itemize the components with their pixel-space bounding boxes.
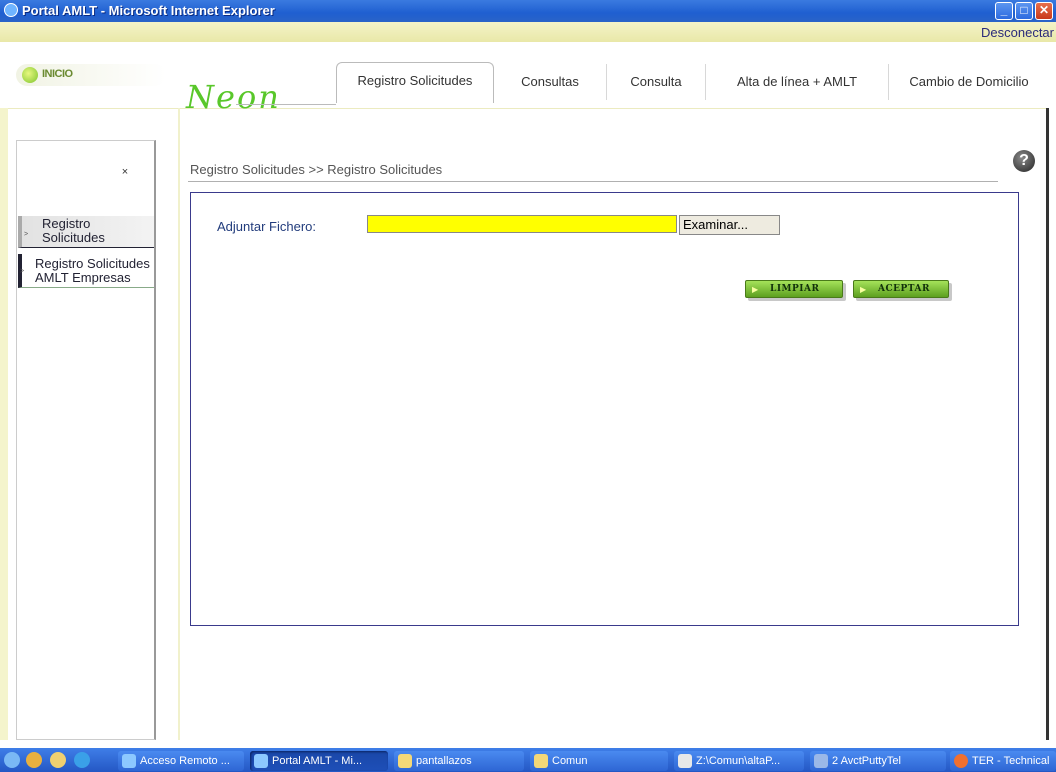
taskbar-item[interactable]: Acceso Remoto ... (118, 751, 244, 771)
home-button[interactable]: INICIO (16, 64, 166, 86)
breadcrumb-divider (188, 181, 998, 182)
taskbar-item-label: Comun (552, 755, 588, 767)
browse-button[interactable]: Examinar... (679, 215, 780, 235)
file-path-input[interactable] (367, 215, 677, 233)
breadcrumb: Registro Solicitudes >> Registro Solicit… (190, 162, 443, 177)
left-strip (0, 108, 8, 740)
help-icon[interactable]: ? (1013, 150, 1035, 172)
chevron-right-icon: > (20, 268, 25, 275)
minimize-button[interactable]: _ (995, 2, 1013, 20)
taskbar-item-label: Portal AMLT - Mi... (272, 755, 363, 767)
firefox-icon (954, 754, 968, 768)
taskbar-item-label: pantallazos (416, 755, 472, 767)
maximize-button[interactable]: □ (1015, 2, 1033, 20)
tab-consultas[interactable]: Consultas (494, 64, 607, 100)
window-title: Portal AMLT - Microsoft Internet Explore… (22, 3, 275, 18)
tab-registro-solicitudes[interactable]: Registro Solicitudes (336, 62, 494, 103)
close-button[interactable]: ✕ (1035, 2, 1053, 20)
sidebar-close-icon[interactable]: × (118, 166, 132, 180)
folder-icon[interactable] (50, 752, 66, 768)
tab-cambio-domicilio[interactable]: Cambio de Domicilio (889, 64, 1049, 100)
taskbar-item[interactable]: 2 AvctPuttyTel (810, 751, 946, 771)
play-icon: ▶ (752, 284, 759, 294)
chevron-right-icon: > (24, 231, 29, 238)
taskbar-item[interactable]: pantallazos (394, 751, 524, 771)
accept-button-label: ACEPTAR (878, 284, 930, 294)
logo-underline (236, 104, 336, 105)
taskbar-item[interactable]: Comun (530, 751, 668, 771)
right-edge (1046, 108, 1056, 740)
home-label: INICIO (42, 68, 73, 80)
notepad-icon (678, 754, 692, 768)
neon-logo: Neon (186, 78, 281, 116)
sidebar-item-label: Registro Solicitudes AMLT Empresas (35, 256, 150, 285)
taskbar-item[interactable]: Z:\Comun\altaP... (674, 751, 804, 771)
ie-icon (254, 754, 268, 768)
file-label: Adjuntar Fichero: (217, 219, 316, 234)
taskbar-item[interactable]: TER - Technical (950, 751, 1056, 771)
ie-icon (4, 3, 18, 17)
clear-button[interactable]: ▶ LIMPIAR (745, 280, 843, 298)
ie-icon (122, 754, 136, 768)
title-bar: Portal AMLT - Microsoft Internet Explore… (0, 0, 1056, 22)
home-icon (22, 67, 38, 83)
browser-icon[interactable] (74, 752, 90, 768)
tab-alta-linea-amlt[interactable]: Alta de línea + AMLT (706, 64, 889, 100)
sidebar-item-label: Registro Solicitudes (42, 216, 105, 245)
disconnect-link[interactable]: Desconectar (981, 25, 1054, 40)
sidebar-item-registro-solicitudes[interactable]: > Registro Solicitudes (18, 216, 154, 248)
taskbar-item-label: 2 AvctPuttyTel (832, 755, 901, 767)
taskbar-item-label: Acceso Remoto ... (140, 755, 230, 767)
taskbar-item-active[interactable]: Portal AMLT - Mi... (250, 751, 388, 771)
taskbar-item-label: TER - Technical (972, 755, 1050, 767)
tab-consulta[interactable]: Consulta (607, 64, 706, 100)
clear-button-label: LIMPIAR (770, 284, 820, 294)
media-icon[interactable] (26, 752, 42, 768)
form-panel (190, 192, 1019, 626)
vertical-separator (178, 108, 180, 740)
folder-icon (534, 754, 548, 768)
accept-button[interactable]: ▶ ACEPTAR (853, 280, 949, 298)
sidebar-item-registro-amlt-empresas[interactable]: > Registro Solicitudes AMLT Empresas (18, 254, 154, 288)
terminal-icon (814, 754, 828, 768)
play-icon: ▶ (860, 284, 867, 294)
top-band (0, 22, 1056, 42)
folder-icon (398, 754, 412, 768)
network-icon[interactable] (4, 752, 20, 768)
taskbar-item-label: Z:\Comun\altaP... (696, 755, 781, 767)
